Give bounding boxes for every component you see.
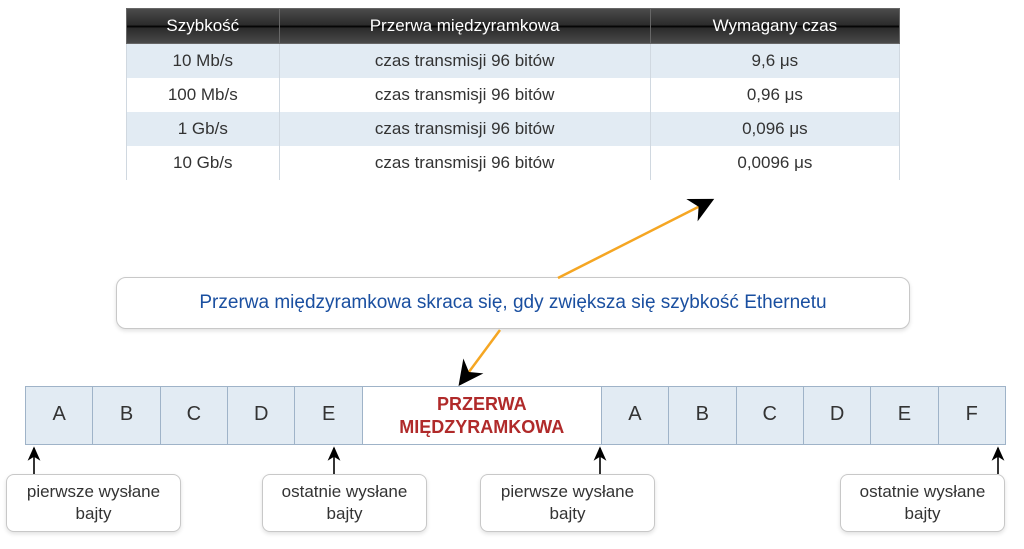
cell-speed: 100 Mb/s [127,78,280,112]
table-row: 1 Gb/s czas transmisji 96 bitów 0,096 μs [127,112,900,146]
byte-cell: C [736,386,804,445]
interframe-gap-box: PRZERWA MIĘDZYRAMKOWA [362,386,602,445]
byte-cell: B [668,386,736,445]
byte-cell: A [601,386,669,445]
label-first-sent-bytes-2: pierwsze wysłane bajty [480,474,655,532]
byte-cell: E [870,386,938,445]
th-speed: Szybkość [127,9,280,44]
label-line1: pierwsze wysłane [493,481,642,503]
label-line1: ostatnie wysłane [853,481,992,503]
label-line1: ostatnie wysłane [275,481,414,503]
byte-cell: A [25,386,93,445]
frame-sequence: A B C D E PRZERWA MIĘDZYRAMKOWA A B C D … [26,386,1006,445]
label-last-sent-bytes-1: ostatnie wysłane bajty [262,474,427,532]
table-row: 10 Mb/s czas transmisji 96 bitów 9,6 μs [127,44,900,79]
byte-cell: B [92,386,160,445]
cell-gap: czas transmisji 96 bitów [279,78,650,112]
table-row: 100 Mb/s czas transmisji 96 bitów 0,96 μ… [127,78,900,112]
th-gap: Przerwa międzyramkowa [279,9,650,44]
label-last-sent-bytes-2: ostatnie wysłane bajty [840,474,1005,532]
label-line2: bajty [275,503,414,525]
callout-text: Przerwa międzyramkowa skraca się, gdy zw… [116,277,910,329]
cell-gap: czas transmisji 96 bitów [279,146,650,180]
cell-speed: 10 Gb/s [127,146,280,180]
cell-gap: czas transmisji 96 bitów [279,44,650,79]
label-line2: bajty [19,503,168,525]
label-line2: bajty [493,503,642,525]
cell-time: 0,096 μs [650,112,899,146]
table-row: 10 Gb/s czas transmisji 96 bitów 0,0096 … [127,146,900,180]
cell-time: 0,0096 μs [650,146,899,180]
cell-speed: 10 Mb/s [127,44,280,79]
byte-cell: E [294,386,362,445]
byte-cell: D [227,386,295,445]
label-line1: pierwsze wysłane [19,481,168,503]
cell-gap: czas transmisji 96 bitów [279,112,650,146]
ifg-table: Szybkość Przerwa międzyramkowa Wymagany … [126,8,900,180]
gap-line2: MIĘDZYRAMKOWA [367,416,597,439]
label-line2: bajty [853,503,992,525]
gap-line1: PRZERWA [367,393,597,416]
cell-time: 9,6 μs [650,44,899,79]
label-first-sent-bytes-1: pierwsze wysłane bajty [6,474,181,532]
byte-cell: F [938,386,1006,445]
byte-cell: C [160,386,228,445]
byte-cell: D [803,386,871,445]
cell-time: 0,96 μs [650,78,899,112]
cell-speed: 1 Gb/s [127,112,280,146]
th-time: Wymagany czas [650,9,899,44]
